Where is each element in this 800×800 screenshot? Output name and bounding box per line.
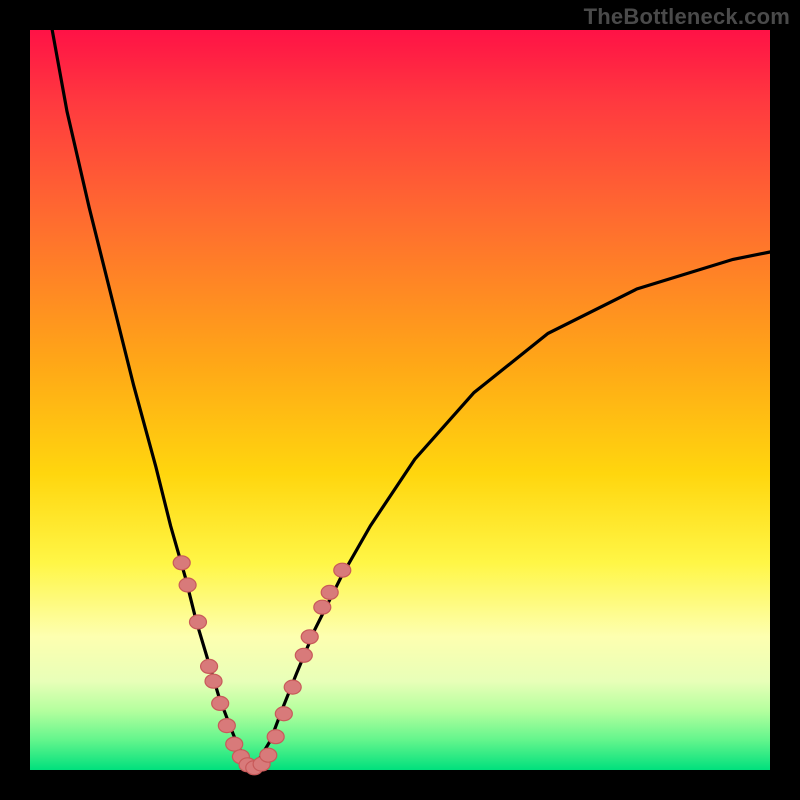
- marker-point: [260, 748, 277, 762]
- marker-point: [275, 707, 292, 721]
- marker-point: [314, 600, 331, 614]
- watermark-text: TheBottleneck.com: [584, 4, 790, 30]
- bottleneck-curve-right: [252, 252, 770, 770]
- marker-point: [321, 585, 338, 599]
- marker-point: [218, 719, 235, 733]
- highlighted-points: [173, 556, 351, 775]
- marker-point: [284, 680, 301, 694]
- marker-point: [226, 737, 243, 751]
- marker-point: [173, 556, 190, 570]
- chart-frame: TheBottleneck.com: [0, 0, 800, 800]
- marker-point: [267, 730, 284, 744]
- marker-point: [205, 674, 222, 688]
- marker-point: [295, 648, 312, 662]
- bottleneck-curve-left: [52, 30, 252, 770]
- curve-svg: [30, 30, 770, 770]
- plot-area: [30, 30, 770, 770]
- marker-point: [201, 659, 218, 673]
- marker-point: [301, 630, 318, 644]
- marker-point: [189, 615, 206, 629]
- marker-point: [212, 696, 229, 710]
- marker-point: [334, 563, 351, 577]
- marker-point: [179, 578, 196, 592]
